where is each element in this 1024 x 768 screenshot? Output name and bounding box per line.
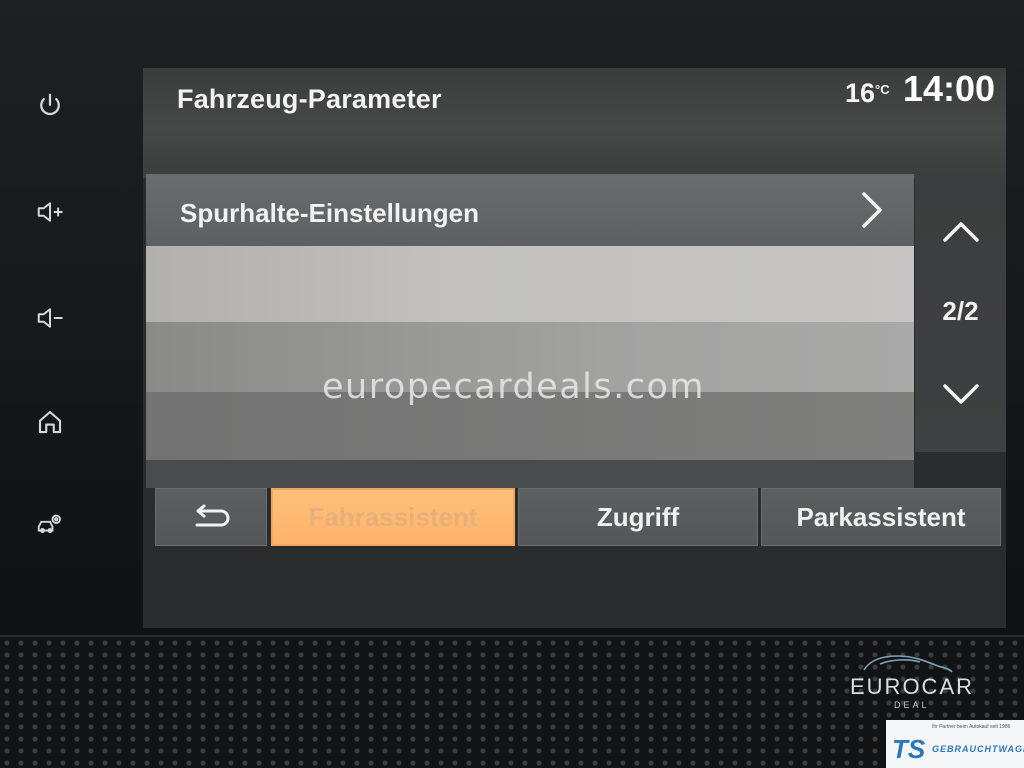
vehicle-settings-button[interactable] bbox=[30, 503, 70, 543]
vehicle-settings-icon bbox=[37, 514, 61, 534]
tab-fahrassistent[interactable]: Fahrassistent bbox=[271, 488, 515, 546]
volume-down-icon bbox=[37, 308, 63, 328]
list-item-empty[interactable] bbox=[146, 246, 914, 322]
eurocar-sub: DEAL bbox=[894, 700, 930, 710]
eurocar-brand: EUROCAR bbox=[850, 674, 975, 699]
page-scroller: 2/2 bbox=[915, 174, 1006, 452]
power-button[interactable] bbox=[30, 86, 70, 126]
car-silhouette-icon bbox=[863, 655, 953, 673]
eurocar-logo: EUROCAR DEAL bbox=[846, 652, 972, 710]
page-title: Fahrzeug-Parameter bbox=[177, 84, 442, 114]
clock: 14:00 bbox=[903, 68, 996, 109]
tab-zugriff[interactable]: Zugriff bbox=[518, 488, 758, 546]
ts-sub: GEBRAUCHTWAGEN bbox=[932, 744, 1024, 754]
ts-mark: TS bbox=[892, 734, 926, 764]
chevron-down-icon[interactable] bbox=[941, 380, 981, 410]
watermark-text: europecardeals.com bbox=[322, 367, 705, 407]
tab-bar: Fahrassistent Zugriff Parkassistent bbox=[155, 488, 1006, 550]
list-divider bbox=[146, 460, 914, 488]
home-button[interactable] bbox=[30, 402, 70, 442]
settings-list: Spurhalte-Einstellungen bbox=[146, 174, 914, 488]
list-item-label: Spurhalte-Einstellungen bbox=[180, 198, 480, 228]
temperature-unit: °C bbox=[875, 82, 890, 97]
home-icon bbox=[38, 410, 62, 434]
chevron-right-icon bbox=[862, 192, 882, 228]
ts-tagline: Ihr Partner beim Autokauf seit 1986 bbox=[932, 724, 1011, 730]
temperature-value: 16 bbox=[845, 78, 876, 108]
header-bar: Fahrzeug-Parameter 16°C 14:00 bbox=[143, 68, 1006, 178]
page-indicator: 2/2 bbox=[942, 296, 979, 326]
back-button[interactable] bbox=[155, 488, 267, 546]
outside-temperature: 16°C bbox=[845, 78, 890, 109]
tab-parkassistent[interactable]: Parkassistent bbox=[761, 488, 1001, 546]
infotainment-screen: Fahrzeug-Parameter 16°C 14:00 Spurhalte-… bbox=[143, 68, 1006, 628]
volume-up-button[interactable] bbox=[30, 192, 70, 232]
return-arrow-icon bbox=[195, 504, 230, 527]
volume-up-icon bbox=[37, 202, 63, 222]
volume-down-button[interactable] bbox=[30, 298, 70, 338]
chevron-up-icon[interactable] bbox=[941, 216, 981, 246]
ts-logo: Ihr Partner beim Autokauf seit 1986 TS G… bbox=[886, 720, 1024, 768]
power-icon bbox=[40, 93, 60, 116]
list-item-spurhalte[interactable]: Spurhalte-Einstellungen bbox=[146, 174, 914, 246]
